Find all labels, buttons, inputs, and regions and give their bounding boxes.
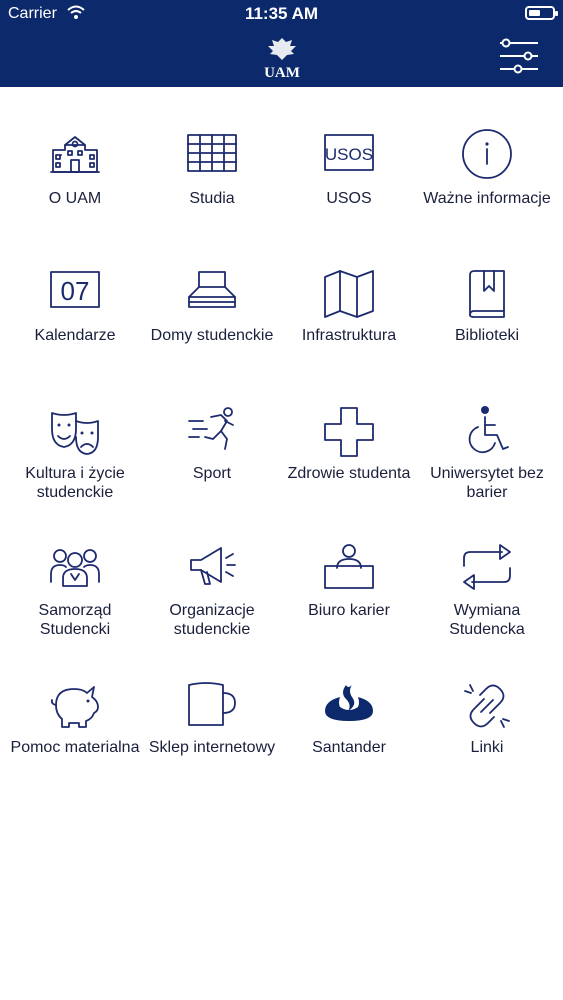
tile-label: Uniwersytet bez barier — [430, 465, 544, 501]
chain-link-icon — [464, 684, 510, 728]
theater-masks-icon — [51, 412, 99, 455]
tile-label: Infrastruktura — [301, 327, 397, 344]
sliders-icon — [500, 38, 538, 74]
tile-label: Pomoc materialna — [10, 739, 140, 756]
tile-label: Wymiana Studencka — [449, 602, 525, 638]
tile-label: Linki — [470, 739, 504, 756]
tile-sklep-internetowy[interactable]: Sklep internetowy — [142, 681, 282, 801]
tile-label: Biblioteki — [454, 327, 520, 344]
tile-label: Kultura i życie studenckie — [25, 465, 125, 501]
calendar-07-icon: 07 — [50, 271, 100, 308]
tile-label: Biuro karier — [308, 602, 390, 619]
tile-infrastruktura[interactable]: Infrastruktura — [279, 269, 419, 389]
tile-domy-studenckie[interactable]: Domy studenckie — [142, 269, 282, 389]
tile-zdrowie-studenta[interactable]: Zdrowie studenta — [279, 407, 419, 527]
tile-wymiana-studencka[interactable]: Wymiana Studencka — [417, 544, 557, 664]
exchange-arrows-icon — [463, 544, 511, 590]
tile-label: Sport — [192, 465, 232, 482]
tile-pomoc-materialna[interactable]: Pomoc materialna — [5, 681, 145, 801]
tile-samorzad-studencki[interactable]: Samorząd Studencki — [5, 544, 145, 664]
tile-label: Kalendarze — [34, 327, 116, 344]
svg-text:07: 07 — [61, 276, 90, 306]
tile-santander[interactable]: Santander — [279, 681, 419, 801]
tile-o-uam[interactable]: O UAM — [5, 132, 145, 252]
mug-icon — [188, 682, 236, 726]
tile-label: Santander — [312, 739, 386, 756]
status-bar: Carrier 11:35 AM — [0, 0, 563, 28]
tile-kultura[interactable]: Kultura i życie studenckie — [5, 407, 145, 527]
tile-organizacje-studenckie[interactable]: Organizacje studenckie — [142, 544, 282, 664]
tile-label: Zdrowie studenta — [287, 465, 411, 482]
usos-badge-icon: USOS — [324, 134, 374, 171]
group-people-icon — [50, 549, 100, 587]
medical-cross-icon — [324, 407, 374, 457]
university-building-icon — [50, 136, 100, 173]
tile-label: Samorząd Studencki — [38, 602, 112, 638]
svg-text:USOS: USOS — [325, 145, 373, 164]
tile-linki[interactable]: Linki — [417, 681, 557, 801]
piggy-bank-icon — [50, 686, 99, 728]
megaphone-icon — [190, 547, 236, 585]
tile-label: Domy studenckie — [150, 327, 274, 344]
tile-studia[interactable]: Studia — [142, 132, 282, 252]
svg-text:UAM: UAM — [264, 65, 300, 81]
app-header: Carrier 11:35 AM UAM — [0, 0, 563, 87]
info-circle-icon — [462, 129, 512, 179]
bed-icon — [188, 271, 236, 308]
battery-icon — [525, 6, 558, 20]
status-time: 11:35 AM — [244, 4, 319, 23]
runner-icon — [188, 407, 234, 450]
tile-biblioteki[interactable]: Biblioteki — [417, 269, 557, 389]
tile-uniwersytet-bez-barier[interactable]: Uniwersytet bez barier — [417, 406, 557, 527]
grid-table-icon — [187, 134, 237, 172]
book-icon — [469, 270, 505, 318]
person-at-desk-icon — [324, 544, 374, 589]
tile-label: Studia — [189, 190, 235, 207]
uam-logo-icon: UAM — [264, 36, 300, 81]
tile-wazne-informacje[interactable]: Ważne informacje — [417, 129, 557, 252]
tile-label: Sklep internetowy — [148, 739, 276, 756]
tile-label: Organizacje studenckie — [169, 602, 255, 638]
tile-kalendarze[interactable]: 07 Kalendarze — [5, 269, 145, 389]
wheelchair-icon — [468, 406, 509, 454]
tile-sport[interactable]: Sport — [142, 407, 282, 527]
tile-label: Ważne informacje — [423, 190, 551, 207]
tile-label: O UAM — [48, 190, 102, 207]
tile-label: USOS — [326, 190, 372, 207]
map-icon — [324, 270, 374, 318]
filter-settings-button[interactable] — [498, 38, 538, 74]
tile-usos[interactable]: USOS USOS — [279, 132, 419, 252]
tile-biuro-karier[interactable]: Biuro karier — [279, 544, 419, 664]
santander-flame-icon — [325, 685, 373, 721]
